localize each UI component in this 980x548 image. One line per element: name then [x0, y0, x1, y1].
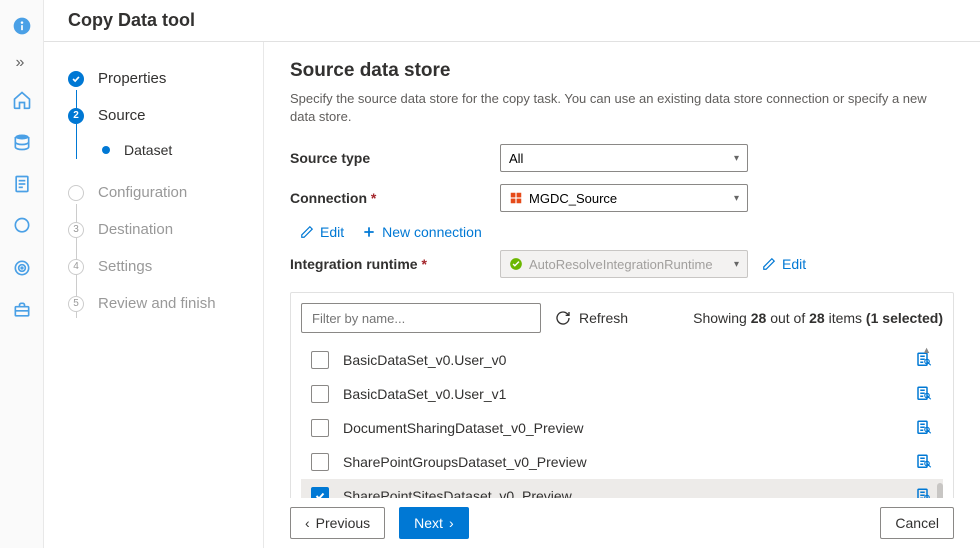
toolbox-icon[interactable] [2, 290, 42, 330]
left-navigation-rail: » [0, 0, 44, 548]
step-source[interactable]: 2 Source [68, 97, 263, 134]
source-type-label: Source type [290, 150, 500, 166]
connection-row: Connection * MGDC_Source ▾ [290, 184, 954, 212]
dataset-checkbox[interactable] [311, 419, 329, 437]
step-review[interactable]: 5 Review and finish [68, 285, 263, 322]
step-active-icon: 2 [68, 108, 84, 124]
preview-data-icon[interactable] [915, 385, 933, 403]
step-configuration[interactable]: Configuration [68, 174, 263, 211]
dataset-checkbox[interactable] [311, 453, 329, 471]
step-pending-icon: 5 [68, 296, 84, 312]
chevron-down-icon: ▾ [734, 153, 739, 164]
dataset-name: SharePointGroupsDataset_v0_Preview [343, 454, 915, 470]
step-properties[interactable]: Properties [68, 60, 263, 97]
step-pending-icon: 4 [68, 259, 84, 275]
previous-button[interactable]: ‹ Previous [290, 507, 385, 539]
refresh-button[interactable]: Refresh [555, 310, 628, 326]
scroll-up-icon[interactable]: ▲ [922, 345, 931, 355]
wizard-stepper: Properties 2 Source Dataset Configuratio… [44, 42, 264, 548]
pencil-icon [300, 225, 314, 239]
chat-icon[interactable] [2, 206, 42, 246]
results-count: Showing 28 out of 28 items (1 selected) [693, 310, 943, 326]
preview-data-icon[interactable] [915, 487, 933, 498]
connection-actions: Edit New connection [290, 224, 954, 240]
next-button[interactable]: Next › [399, 507, 468, 539]
dataset-checkbox[interactable] [311, 351, 329, 369]
database-icon[interactable] [2, 122, 42, 162]
collapse-toggle-icon[interactable]: » [0, 48, 40, 78]
check-circle-icon [509, 257, 523, 271]
cancel-button[interactable]: Cancel [880, 507, 954, 539]
step-pending-icon [68, 185, 84, 201]
dataset-box: Refresh Showing 28 out of 28 items (1 se… [290, 292, 954, 498]
refresh-icon [555, 310, 571, 326]
runtime-row: Integration runtime * AutoResolveIntegra… [290, 250, 954, 278]
page-header: Copy Data tool [44, 0, 980, 42]
chevron-down-icon: ▾ [734, 193, 739, 204]
preview-data-icon[interactable] [915, 453, 933, 471]
wizard-footer: ‹ Previous Next › Cancel [264, 498, 980, 548]
pencil-icon [762, 257, 776, 271]
connection-label: Connection * [290, 190, 500, 206]
dataset-row[interactable]: SharePointSitesDataset_v0_Preview [301, 479, 943, 498]
chevron-left-icon: ‹ [305, 515, 310, 531]
step-complete-icon [68, 71, 84, 87]
dataset-row[interactable]: DocumentSharingDataset_v0_Preview [301, 411, 943, 445]
new-connection-link[interactable]: New connection [362, 224, 482, 240]
dataset-name: DocumentSharingDataset_v0_Preview [343, 420, 915, 436]
step-destination[interactable]: 3 Destination [68, 211, 263, 248]
step-settings[interactable]: 4 Settings [68, 248, 263, 285]
filter-input[interactable] [301, 303, 541, 333]
office-icon [509, 191, 523, 205]
document-icon[interactable] [2, 164, 42, 204]
edit-connection-link[interactable]: Edit [300, 224, 344, 240]
dataset-row[interactable]: SharePointGroupsDataset_v0_Preview [301, 445, 943, 479]
chevron-down-icon: ▾ [734, 259, 739, 270]
plus-icon [362, 225, 376, 239]
section-description: Specify the source data store for the co… [290, 90, 954, 126]
dataset-checkbox[interactable] [311, 385, 329, 403]
substep-dataset[interactable]: Dataset [68, 134, 263, 166]
section-heading: Source data store [290, 60, 954, 82]
target-icon[interactable] [2, 248, 42, 288]
info-icon[interactable] [2, 6, 42, 46]
dataset-row[interactable]: BasicDataSet_v0.User_v0 [301, 343, 943, 377]
main-panel: Source data store Specify the source dat… [264, 42, 980, 498]
step-pending-icon: 3 [68, 222, 84, 238]
edit-runtime-link[interactable]: Edit [762, 256, 806, 272]
substep-dot-icon [102, 146, 110, 154]
scrollbar-thumb[interactable] [937, 483, 943, 498]
dataset-row[interactable]: BasicDataSet_v0.User_v1 [301, 377, 943, 411]
chevron-right-icon: › [449, 515, 454, 531]
source-type-row: Source type All ▾ [290, 144, 954, 172]
dataset-checkbox[interactable] [311, 487, 329, 498]
runtime-label: Integration runtime * [290, 256, 500, 272]
preview-data-icon[interactable] [915, 419, 933, 437]
source-type-select[interactable]: All ▾ [500, 144, 748, 172]
runtime-select[interactable]: AutoResolveIntegrationRuntime ▾ [500, 250, 748, 278]
connection-select[interactable]: MGDC_Source ▾ [500, 184, 748, 212]
home-icon[interactable] [2, 80, 42, 120]
dataset-name: BasicDataSet_v0.User_v1 [343, 386, 915, 402]
dataset-name: SharePointSitesDataset_v0_Preview [343, 488, 915, 498]
dataset-name: BasicDataSet_v0.User_v0 [343, 352, 915, 368]
dataset-toolbar: Refresh Showing 28 out of 28 items (1 se… [301, 303, 943, 333]
dataset-list: ▲ ▼ BasicDataSet_v0.User_v0BasicDataSet_… [301, 343, 943, 498]
page-title: Copy Data tool [68, 10, 195, 31]
